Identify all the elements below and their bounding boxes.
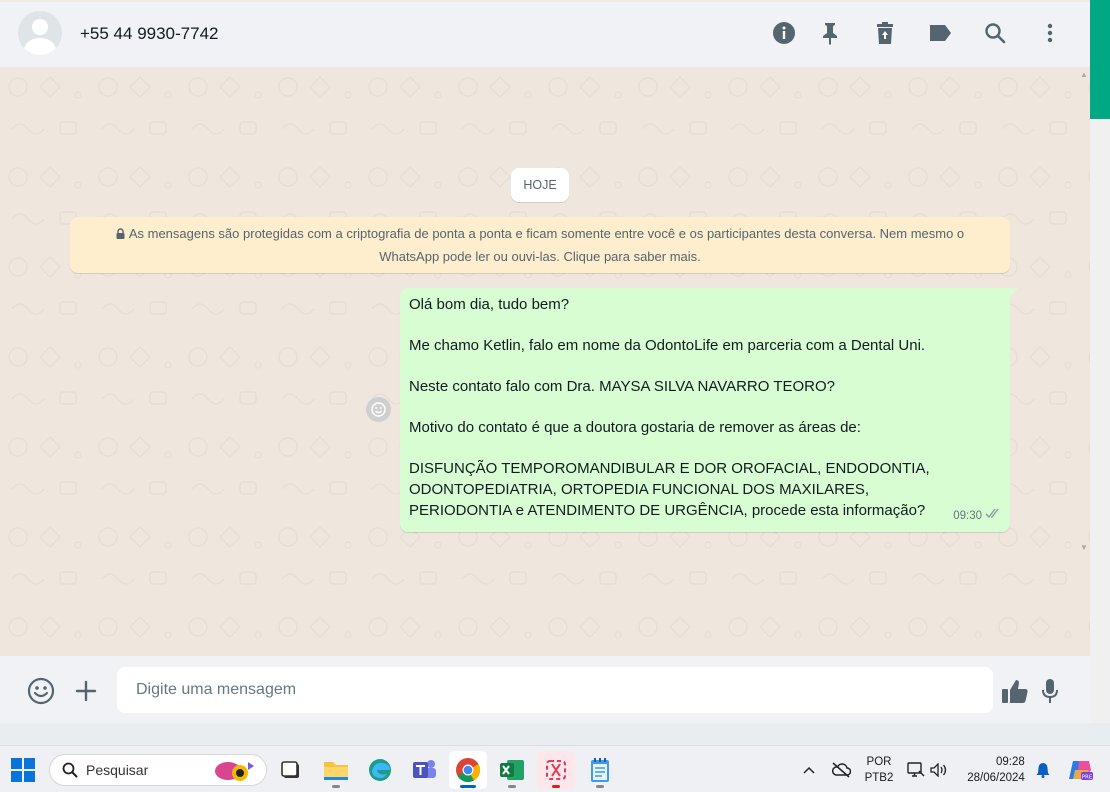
excel-icon[interactable] xyxy=(493,751,531,789)
input-language-indicator[interactable]: POR PTB2 xyxy=(860,746,898,792)
edge-icon[interactable] xyxy=(361,751,399,789)
page-scrollbar-thumb[interactable] xyxy=(1090,0,1110,119)
windows-taskbar: Pesquisar POR PTB2 09:28 28/06/2024 PRE xyxy=(0,745,1110,792)
encryption-notice[interactable]: As mensagens são protegidas com a cripto… xyxy=(70,217,1010,273)
clock-time: 09:28 xyxy=(996,755,1025,768)
show-hidden-icons-chevron-icon[interactable] xyxy=(799,746,819,792)
scroll-up-indicator: ▲ xyxy=(1080,70,1088,79)
file-explorer-icon[interactable] xyxy=(317,751,355,789)
svg-text:PRE: PRE xyxy=(1082,774,1093,780)
network-icon[interactable] xyxy=(906,746,926,792)
copilot-icon[interactable]: PRE xyxy=(1065,746,1095,792)
double-check-icon xyxy=(985,506,1001,527)
message-line: Me chamo Ketlin, falo em nome da OdontoL… xyxy=(409,337,926,354)
delete-icon[interactable] xyxy=(872,20,898,46)
keyboard-layout: PTB2 xyxy=(864,771,894,784)
lock-icon xyxy=(116,224,125,246)
taskbar-search-box[interactable]: Pesquisar xyxy=(49,754,267,786)
language-code: POR xyxy=(866,755,892,768)
volume-icon[interactable] xyxy=(929,746,949,792)
taskbar-search-label: Pesquisar xyxy=(86,762,149,778)
whatsapp-web-conversation: +55 44 9930-7742 HOJE As mensagens são p… xyxy=(0,0,1090,723)
message-line: Olá bom dia, tudo bem? xyxy=(409,296,570,313)
message-time: 09:30 xyxy=(953,510,982,522)
attach-plus-icon[interactable] xyxy=(71,676,101,706)
notification-bell-icon[interactable] xyxy=(1033,746,1053,792)
message-line: Motivo do contato é que a doutora gostar… xyxy=(409,419,861,436)
avatar[interactable] xyxy=(18,11,62,55)
conversation-header[interactable]: +55 44 9930-7742 xyxy=(0,2,1090,67)
onedrive-offline-icon[interactable] xyxy=(829,746,853,792)
label-icon[interactable] xyxy=(927,20,953,46)
scroll-down-indicator: ▼ xyxy=(1080,543,1088,552)
search-highlight-icon xyxy=(212,758,258,789)
message-composer xyxy=(0,656,1090,723)
contact-name[interactable]: +55 44 9930-7742 xyxy=(80,24,219,44)
outgoing-message-bubble[interactable]: Olá bom dia, tudo bem? Me chamo Ketlin, … xyxy=(400,288,1010,532)
message-list[interactable]: HOJE As mensagens são protegidas com a c… xyxy=(0,67,1090,656)
clock-date: 28/06/2024 xyxy=(967,771,1025,784)
windows-start-icon[interactable] xyxy=(11,758,35,782)
info-icon[interactable] xyxy=(771,20,797,46)
bubble-tail xyxy=(1008,288,1018,299)
message-line: Neste contato falo com Dra. MAYSA SILVA … xyxy=(409,378,835,395)
task-view-icon[interactable] xyxy=(272,751,310,789)
chrome-icon[interactable] xyxy=(449,751,487,789)
pin-icon[interactable] xyxy=(817,20,843,46)
notepad-icon[interactable] xyxy=(581,751,619,789)
date-chip: HOJE xyxy=(511,168,569,202)
message-line: DISFUNÇÃO TEMPOROMANDIBULAR E DOR OROFAC… xyxy=(409,460,930,519)
system-clock[interactable]: 09:28 28/06/2024 xyxy=(960,746,1032,792)
reaction-emoji-button[interactable] xyxy=(366,397,391,422)
teams-icon[interactable] xyxy=(405,751,443,789)
encryption-notice-text: As mensagens são protegidas com a cripto… xyxy=(128,226,965,264)
message-input[interactable] xyxy=(117,667,993,713)
search-icon[interactable] xyxy=(982,20,1008,46)
menu-icon[interactable] xyxy=(1037,20,1063,46)
desktop-strip xyxy=(0,723,1110,745)
snipping-tool-icon[interactable] xyxy=(537,751,575,789)
emoji-icon[interactable] xyxy=(26,676,56,706)
microphone-icon[interactable] xyxy=(1035,676,1065,706)
search-icon xyxy=(62,762,78,778)
message-meta: 09:30 xyxy=(953,506,1001,527)
thumbs-up-icon[interactable] xyxy=(1000,676,1030,706)
